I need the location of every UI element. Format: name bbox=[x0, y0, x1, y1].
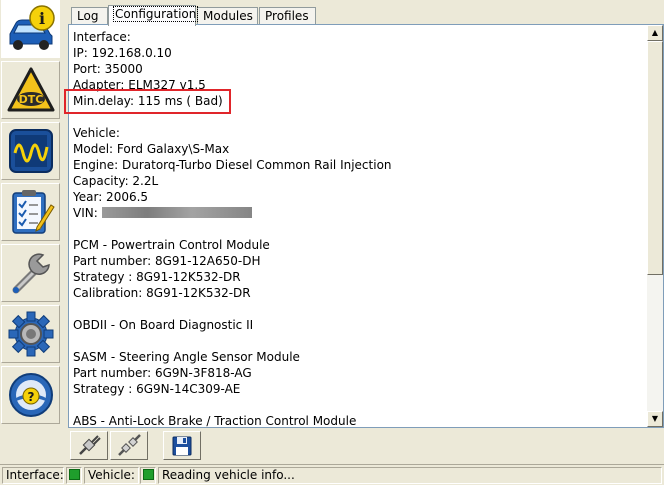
status-vehicle-label: Vehicle: bbox=[84, 467, 139, 484]
scroll-down-button[interactable]: ▼ bbox=[647, 411, 663, 427]
dtc-icon: DTC bbox=[7, 67, 54, 112]
model-line: Model: Ford Galaxy\S-Max bbox=[73, 142, 230, 156]
vin-label: VIN: bbox=[73, 206, 98, 220]
status-interface-led-panel bbox=[66, 467, 82, 484]
vehicle-header: Vehicle: bbox=[73, 126, 120, 140]
sidebar-item-tests[interactable] bbox=[1, 183, 60, 241]
vehicle-status-led bbox=[143, 469, 154, 480]
tab-label: Profiles bbox=[265, 9, 309, 23]
disconnect-button[interactable] bbox=[110, 431, 148, 460]
save-disk-icon bbox=[172, 436, 192, 455]
help-steering-wheel-icon: ? bbox=[8, 373, 53, 417]
interface-header: Interface: bbox=[73, 30, 131, 44]
year-line: Year: 2006.5 bbox=[73, 190, 149, 204]
pcm-title: PCM - Powertrain Control Module bbox=[73, 238, 270, 252]
tab-log[interactable]: Log bbox=[71, 7, 108, 25]
disconnect-plug-icon bbox=[118, 433, 141, 456]
svg-text:?: ? bbox=[27, 390, 34, 404]
sidebar-item-dtc[interactable]: DTC bbox=[1, 61, 60, 119]
car-info-icon: i bbox=[9, 5, 55, 50]
sasm-strategy: Strategy : 6G9N-14C309-AE bbox=[73, 382, 241, 396]
sasm-title: SASM - Steering Angle Sensor Module bbox=[73, 350, 300, 364]
vin-line: VIN: bbox=[73, 205, 643, 221]
tab-profiles[interactable]: Profiles bbox=[259, 7, 316, 25]
sidebar-item-settings[interactable] bbox=[1, 305, 60, 363]
ip-line: IP: 192.168.0.10 bbox=[73, 46, 172, 60]
scroll-up-button[interactable]: ▲ bbox=[647, 25, 663, 41]
sidebar-item-help[interactable]: ? bbox=[1, 366, 60, 424]
status-bar: Interface: Vehicle: Reading vehicle info… bbox=[0, 464, 664, 485]
status-message: Reading vehicle info... bbox=[162, 468, 295, 482]
tab-configuration[interactable]: Configuration bbox=[108, 5, 199, 26]
wrench-icon bbox=[12, 253, 50, 294]
port-line: Port: 35000 bbox=[73, 62, 143, 76]
engine-line: Engine: Duratorq-Turbo Diesel Common Rai… bbox=[73, 158, 392, 172]
connect-button[interactable] bbox=[70, 431, 108, 460]
obd-title: OBDII - On Board Diagnostic II bbox=[73, 318, 254, 332]
sidebar-item-vehicle-info[interactable]: i bbox=[1, 0, 60, 58]
tab-label: Configuration bbox=[112, 6, 199, 22]
svg-text:DTC: DTC bbox=[18, 93, 43, 106]
pcm-strategy: Strategy : 8G91-12K532-DR bbox=[73, 270, 241, 284]
sasm-part-number: Part number: 6G9N-3F818-AG bbox=[73, 366, 252, 380]
status-message-panel: Reading vehicle info... bbox=[158, 467, 662, 484]
interface-status-led bbox=[69, 469, 80, 480]
status-vehicle-led-panel bbox=[140, 467, 156, 484]
status-interface-label: Interface: bbox=[2, 467, 64, 484]
scroll-thumb[interactable] bbox=[647, 41, 663, 275]
min-delay-highlight-box bbox=[64, 89, 231, 114]
vin-redacted bbox=[101, 207, 252, 218]
checklist-icon bbox=[11, 190, 55, 234]
connect-plug-icon bbox=[79, 434, 101, 455]
pcm-calibration: Calibration: 8G91-12K532-DR bbox=[73, 286, 251, 300]
tab-modules[interactable]: Modules bbox=[197, 7, 258, 25]
abs-title: ABS - Anti-Lock Brake / Traction Control… bbox=[73, 414, 357, 428]
vertical-scrollbar[interactable]: ▲ ▼ bbox=[647, 25, 663, 427]
tab-label: Modules bbox=[203, 9, 253, 23]
tab-label: Log bbox=[77, 9, 99, 23]
sidebar: i DTC ? bbox=[0, 0, 62, 462]
svg-text:i: i bbox=[38, 9, 44, 28]
interface-label: Interface: bbox=[6, 468, 64, 482]
save-button[interactable] bbox=[163, 431, 201, 460]
vehicle-label: Vehicle: bbox=[88, 468, 135, 482]
configuration-text-panel[interactable]: Interface: IP: 192.168.0.10 Port: 35000 … bbox=[68, 24, 664, 428]
capacity-line: Capacity: 2.2L bbox=[73, 174, 159, 188]
gear-settings-icon bbox=[8, 311, 53, 357]
sidebar-item-live-data[interactable] bbox=[1, 122, 60, 180]
sidebar-item-service[interactable] bbox=[1, 244, 60, 302]
oscilloscope-icon bbox=[8, 129, 53, 173]
pcm-part-number: Part number: 8G91-12A650-DH bbox=[73, 254, 261, 268]
